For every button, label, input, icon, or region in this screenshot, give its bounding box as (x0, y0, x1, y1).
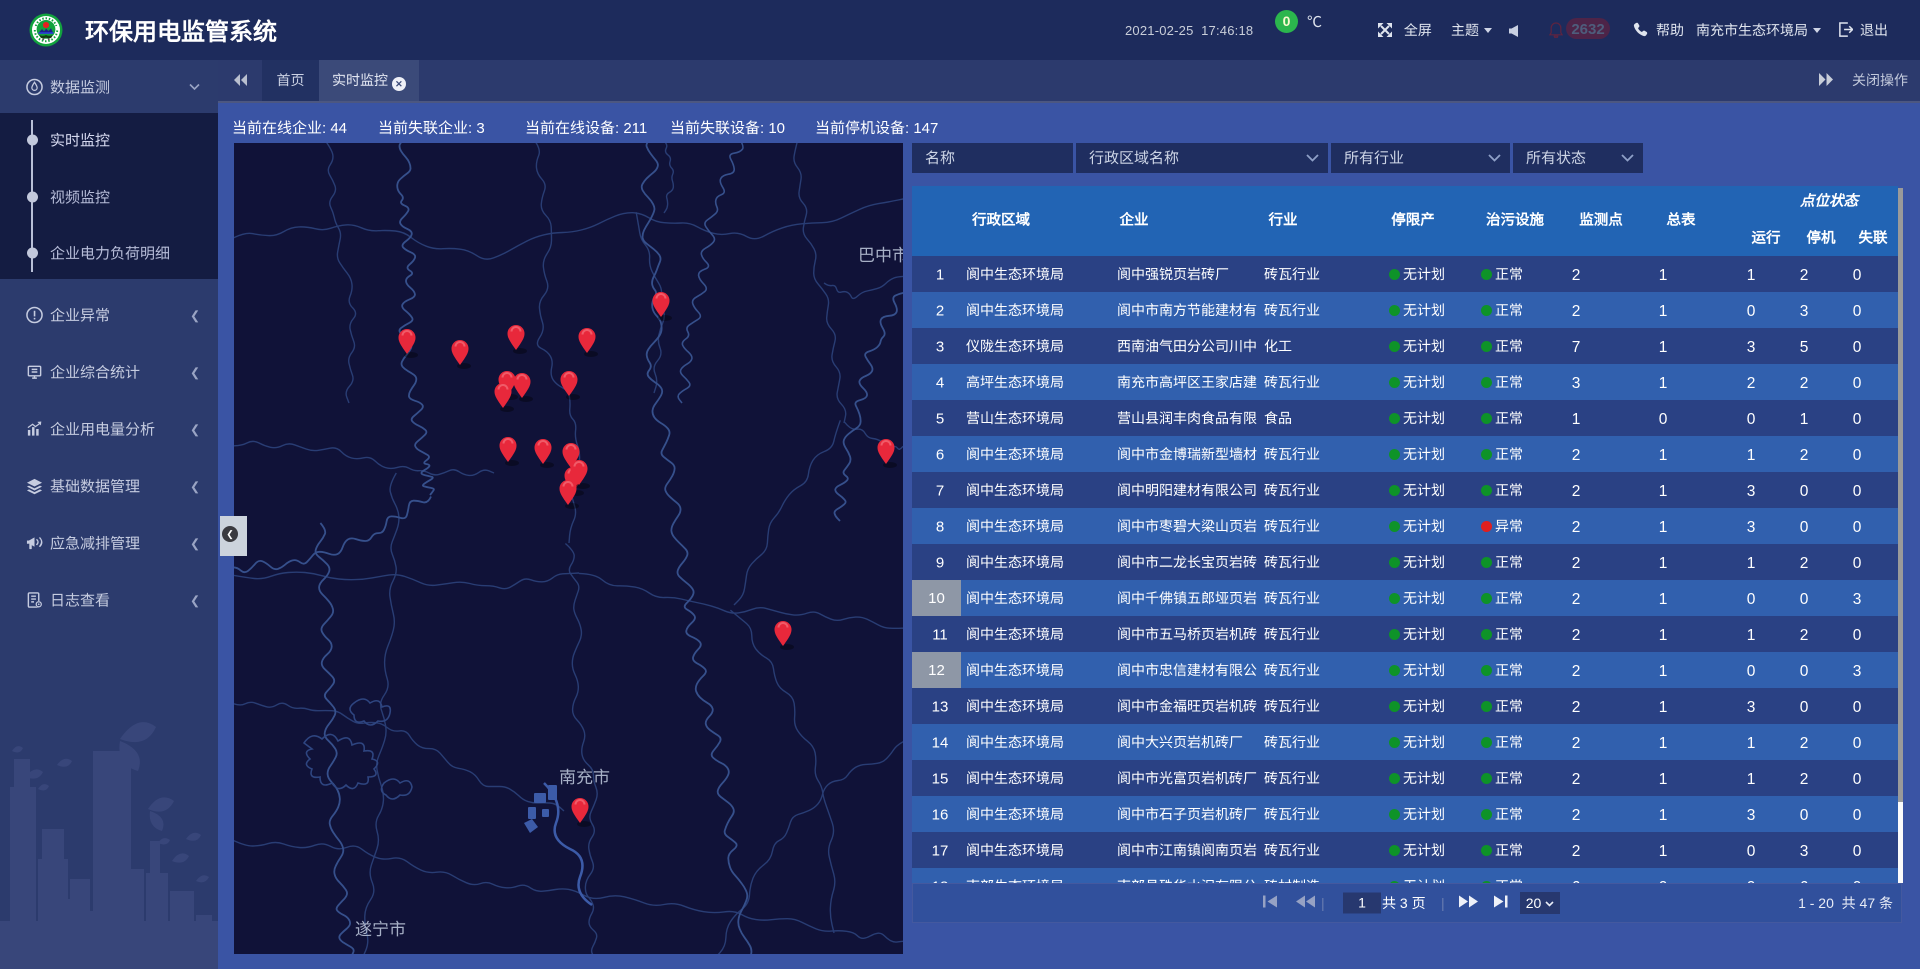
svg-text:巴中市: 巴中市 (858, 241, 903, 266)
svg-text:遂宁市: 遂宁市 (355, 915, 406, 940)
svg-text:南充市: 南充市 (559, 763, 610, 788)
